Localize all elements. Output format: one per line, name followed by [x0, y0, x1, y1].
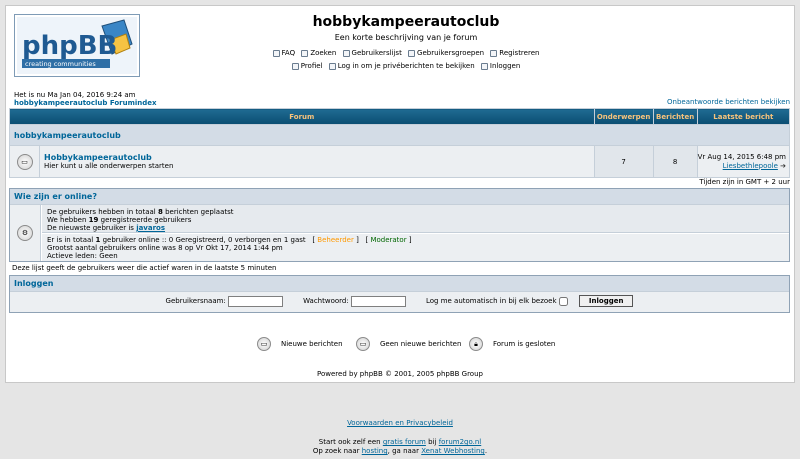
who-is-online-title: Wie zijn er online? — [10, 189, 789, 205]
groups-icon — [408, 49, 416, 57]
help-icon — [272, 49, 280, 57]
site-description: Een korte beschrijving van je forum — [334, 33, 478, 42]
online-newest-user: De nieuwste gebruiker is javaros — [47, 224, 166, 232]
login-icon — [480, 62, 488, 70]
legend-no-new-posts: ▭ Geen nieuwe berichten — [356, 337, 461, 351]
forum-topics-count: 7 — [593, 145, 654, 178]
search-icon — [301, 49, 309, 57]
header-last-post: Laatste bericht — [696, 108, 791, 125]
forum-table: Forum Onderwerpen Berichten Laatste beri… — [9, 108, 791, 178]
login-form: Gebruikersnaam: Wachtwoord: Log me autom… — [10, 295, 789, 307]
new-posts-icon: ▭ — [257, 337, 271, 351]
nav-memberlist[interactable]: Gebruikerslijst — [342, 49, 402, 57]
legend-new-posts: ▭ Nieuwe berichten — [257, 337, 343, 351]
no-new-posts-icon: ▭ — [16, 153, 33, 170]
last-post-arrow-icon[interactable]: ➔ — [780, 162, 786, 170]
forum2go-link[interactable]: forum2go.nl — [439, 438, 482, 446]
breadcrumb[interactable]: hobbykampeerautoclub Forumindex — [14, 99, 157, 107]
forum-info-cell: Hobbykampeerautoclub Hier kunt u alle on… — [39, 145, 595, 178]
lock-icon: 🔒︎ — [469, 337, 483, 351]
nav-row-1: FAQ Zoeken Gebruikerslijst Gebruikersgro… — [206, 49, 606, 59]
legend-moderator: Moderator — [370, 236, 407, 244]
nav-row-2: Profiel Log in om je privéberichten te b… — [206, 62, 606, 72]
category-row: hobbykampeerautoclub — [9, 124, 790, 146]
login-button[interactable]: Inloggen — [578, 295, 634, 307]
who-is-online-box: Wie zijn er online? ⚙ De gebruikers hebb… — [9, 188, 790, 262]
nav-faq[interactable]: FAQ — [272, 49, 295, 57]
xenat-link[interactable]: Xenat Webhosting — [421, 447, 485, 455]
online-users: Er is in totaal 1 gebruiker online :: 0 … — [42, 234, 789, 261]
online-record: Grootst aantal gebruikers online was 8 o… — [47, 244, 283, 252]
nav-usergroups[interactable]: Gebruikersgroepen — [408, 49, 484, 57]
online-total-posts: De gebruikers hebben in totaal 8 bericht… — [47, 208, 234, 216]
online-total-users: Er is in totaal 1 gebruiker online :: 0 … — [47, 236, 412, 244]
autologin-label: Log me automatisch in bij elk bezoek — [425, 297, 557, 305]
register-icon — [490, 49, 498, 57]
site-title: hobbykampeerautoclub — [312, 14, 500, 30]
forum-status-cell: ▭ — [9, 145, 40, 178]
footer-forum-line: Start ook zelf een gratis forum bij foru… — [318, 438, 482, 446]
forum-last-post: Vr Aug 14, 2015 6:48 pm Liesbethlepoole … — [696, 145, 791, 178]
forum-name-link[interactable]: Hobbykampeerautoclub — [44, 153, 152, 162]
category-link[interactable]: hobbykampeerautoclub — [14, 131, 121, 140]
password-input[interactable] — [350, 295, 406, 307]
legend-admin: Beheerder — [317, 236, 354, 244]
footer-hosting-line: Op zoek naar hosting, ga naar Xenat Webh… — [312, 447, 488, 455]
svg-text:creating communities: creating communities — [25, 60, 96, 68]
current-time: Het is nu Ma Jan 04, 2016 9:24 am — [14, 91, 136, 99]
members-icon — [342, 49, 350, 57]
nav-private-messages[interactable]: Log in om je privéberichten te bekijken — [328, 62, 475, 70]
online-stats: De gebruikers hebben in totaal 8 bericht… — [42, 205, 789, 233]
username-label: Gebruikersnaam: — [165, 297, 226, 305]
pm-icon — [328, 62, 336, 70]
online-icon-cell: ⚙ — [10, 205, 41, 261]
forum-posts-count: 8 — [652, 145, 698, 178]
login-title: Inloggen — [10, 276, 789, 292]
powered-by: Powered by phpBB © 2001, 2005 phpBB Grou… — [317, 370, 483, 378]
newest-user-link[interactable]: javaros — [136, 224, 165, 232]
table-row: ▭ Hobbykampeerautoclub Hier kunt u alle … — [9, 145, 791, 178]
autologin-checkbox[interactable] — [558, 296, 568, 306]
password-label: Wachtwoord: — [303, 297, 349, 305]
timezone-note: Tijden zijn in GMT + 2 uur — [699, 178, 790, 186]
profile-icon — [291, 62, 299, 70]
no-new-posts-icon: ▭ — [356, 337, 370, 351]
online-note: Deze lijst geeft de gebruikers weer die … — [12, 264, 277, 272]
header-topics: Onderwerpen — [593, 108, 654, 125]
hosting-link[interactable]: hosting — [362, 447, 388, 455]
whosonline-icon: ⚙ — [17, 225, 33, 241]
legend-forum-locked: 🔒︎ Forum is gesloten — [469, 337, 555, 351]
phpbb-logo[interactable]: phpBB creating communities — [14, 14, 140, 77]
online-active-members: Actieve leden: Geen — [47, 252, 118, 260]
free-forum-link[interactable]: gratis forum — [383, 438, 426, 446]
nav-login[interactable]: Inloggen — [480, 62, 520, 70]
terms-link[interactable]: Voorwaarden en Privacybeleid — [0, 419, 800, 427]
svg-text:phpBB: phpBB — [22, 31, 117, 61]
online-registered-users: We hebben 19 geregistreerde gebruikers — [47, 216, 192, 224]
unanswered-posts-link[interactable]: Onbeantwoorde berichten bekijken — [667, 98, 790, 106]
header-posts: Berichten — [652, 108, 698, 125]
last-post-user[interactable]: Liesbethlepoole — [723, 162, 778, 170]
last-post-date: Vr Aug 14, 2015 6:48 pm — [697, 152, 786, 161]
nav-profile[interactable]: Profiel — [291, 62, 322, 70]
nav-search[interactable]: Zoeken — [301, 49, 336, 57]
forum-description: Hier kunt u alle onderwerpen starten — [44, 162, 174, 170]
header-forum: Forum — [9, 108, 595, 125]
login-box: Inloggen Gebruikersnaam: Wachtwoord: Log… — [9, 275, 790, 313]
username-input[interactable] — [228, 295, 284, 307]
nav-register[interactable]: Registreren — [490, 49, 539, 57]
